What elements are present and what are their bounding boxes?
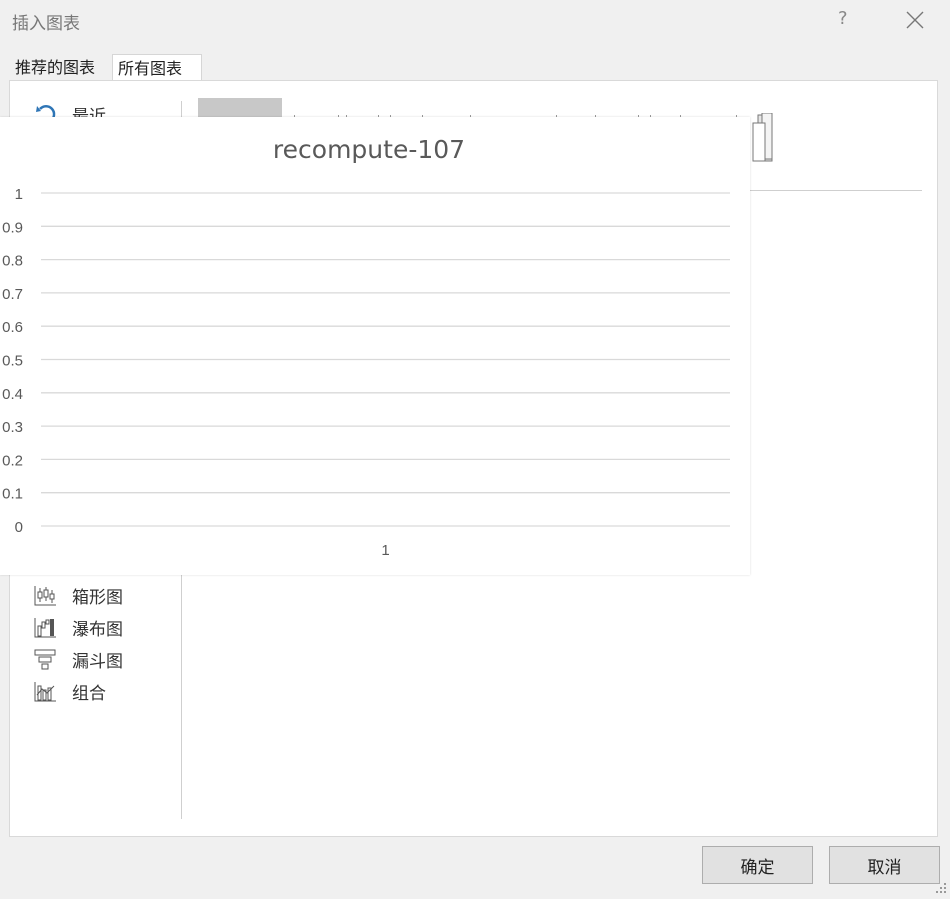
category-label: 箱形图 [72, 587, 123, 608]
category-label: 漏斗图 [72, 651, 123, 672]
combo-chart-icon [32, 679, 58, 703]
preview-divider [750, 190, 922, 191]
category-label: 组合 [72, 683, 106, 704]
close-button[interactable] [903, 6, 927, 32]
tab-all-charts[interactable]: 所有图表 [112, 54, 202, 82]
tab-recommended-charts[interactable]: 推荐的图表 [10, 54, 112, 81]
cancel-button[interactable]: 取消 [829, 846, 940, 884]
y-tick-label: 0.6 [2, 319, 23, 336]
chart-plot: 0 0.1 0.2 0.3 0.4 0.5 0.6 0.7 0.8 0.9 1 1 [2, 186, 730, 559]
resize-grip-icon[interactable] [934, 880, 948, 894]
3d-column-thumbnail-icon[interactable] [750, 112, 776, 169]
category-waterfall[interactable]: 瀑布图 [32, 612, 123, 642]
category-funnel[interactable]: 漏斗图 [32, 644, 123, 674]
y-tick-label: 0.5 [2, 353, 23, 370]
y-tick-label: 0.4 [2, 386, 23, 403]
y-tick-label: 0.1 [2, 486, 23, 503]
x-tick-label: 1 [381, 542, 389, 559]
y-tick-label: 0.7 [2, 286, 23, 303]
ok-button[interactable]: 确定 [702, 846, 813, 884]
window-title: 插入图表 [12, 14, 80, 34]
y-tick-label: 1 [15, 186, 23, 203]
chart-preview: recompute-107 0 0.1 0.2 0.3 0.4 0.5 0.6 0.7 0.8 0… [0, 117, 750, 575]
box-whisker-icon [32, 583, 58, 607]
waterfall-icon [32, 615, 58, 639]
chart-subtype-selected[interactable] [198, 98, 282, 118]
y-tick-label: 0.8 [2, 253, 23, 270]
resize-grip-dots [936, 883, 946, 893]
title-bar: 插入图表 ? [0, 0, 950, 42]
close-icon [906, 11, 924, 29]
y-tick-label: 0.9 [2, 219, 23, 236]
y-tick-label: 0.3 [2, 419, 23, 436]
category-label: 瀑布图 [72, 619, 123, 640]
category-box-whisker[interactable]: 箱形图 [32, 580, 123, 610]
y-tick-label: 0 [15, 519, 23, 536]
category-combo[interactable]: 组合 [32, 676, 106, 706]
y-tick-label: 0.2 [2, 452, 23, 469]
help-button[interactable]: ? [838, 8, 848, 29]
funnel-icon [32, 647, 58, 671]
